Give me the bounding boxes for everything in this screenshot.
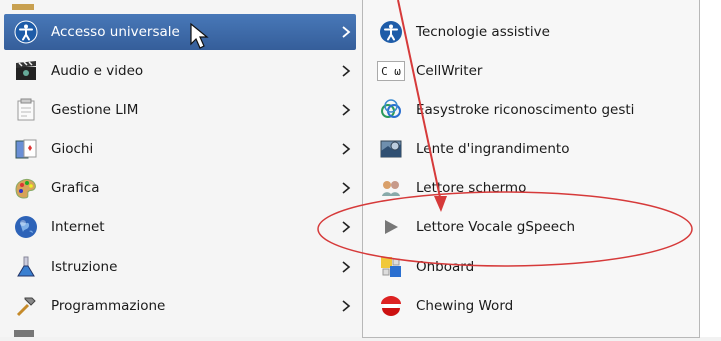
chevron-right-icon: [340, 14, 352, 50]
submenu-item-label: Chewing Word: [416, 298, 514, 314]
submenu-item-tecnologie-assistive[interactable]: Tecnologie assistive: [369, 14, 693, 50]
submenu-item-label: Tecnologie assistive: [416, 24, 550, 40]
menu-item-label: Internet: [51, 219, 105, 235]
menu-item-label: Giochi: [51, 141, 94, 157]
paint-palette-icon: [12, 174, 40, 202]
submenu-item-label: Lettore schermo: [416, 180, 527, 196]
menu-item-istruzione[interactable]: Istruzione: [4, 249, 356, 285]
chevron-right-icon: [340, 209, 352, 245]
whiteboard-icon: [12, 96, 40, 124]
playing-cards-icon: [12, 135, 40, 163]
chewing-word-icon: [377, 292, 405, 320]
menu-item-audio-e-video[interactable]: Audio e video: [4, 53, 356, 89]
chevron-right-icon: [340, 170, 352, 206]
easystroke-icon: [377, 96, 405, 124]
submenu-item-easystroke[interactable]: Easystroke riconoscimento gesti: [369, 92, 693, 128]
submenu-item-gspeech[interactable]: Lettore Vocale gSpeech: [369, 209, 693, 245]
submenu-item-lente-ingrandimento[interactable]: Lente d'ingrandimento: [369, 131, 693, 167]
play-icon: [377, 213, 405, 241]
screen-reader-icon: [377, 174, 405, 202]
submenu-item-label: Lente d'ingrandimento: [416, 141, 570, 157]
menu-bottom-edge: [4, 325, 356, 337]
cellwriter-icon: C ω: [377, 61, 405, 81]
chevron-right-icon: [340, 53, 352, 89]
accessibility-icon: [377, 18, 405, 46]
menu-item-internet[interactable]: Internet: [4, 209, 356, 245]
menu-item-giochi[interactable]: Giochi: [4, 131, 356, 167]
menu-item-label: Accesso universale: [51, 24, 180, 40]
submenu-item-label: Easystroke riconoscimento gesti: [416, 102, 635, 118]
submenu-item-cellwriter[interactable]: C ω CellWriter: [369, 53, 693, 89]
onboard-keyboard-icon: [377, 253, 405, 281]
chevron-right-icon: [340, 131, 352, 167]
hammer-icon: [12, 292, 40, 320]
menu-item-grafica[interactable]: Grafica: [4, 170, 356, 206]
submenu-item-onboard[interactable]: Onboard: [369, 249, 693, 285]
submenu-item-lettore-schermo[interactable]: Lettore schermo: [369, 170, 693, 206]
globe-icon: [12, 213, 40, 241]
chevron-right-icon: [340, 288, 352, 324]
menu-item-label: Audio e video: [51, 63, 144, 79]
menu-item-accesso-universale[interactable]: Accesso universale: [4, 14, 356, 50]
menu-item-label: Programmazione: [51, 298, 166, 314]
magnifier-icon: [377, 135, 405, 163]
submenu-item-label: Lettore Vocale gSpeech: [416, 219, 576, 235]
applications-menu: Accesso universale Audio e video Gestion…: [0, 0, 363, 337]
menu-item-label: Istruzione: [51, 259, 118, 275]
submenu-item-label: Onboard: [416, 259, 475, 275]
menu-top-edge: [4, 0, 356, 10]
submenu-item-chewing-word[interactable]: Chewing Word: [369, 288, 693, 324]
cellwriter-icon-glyphs: C ω: [381, 64, 401, 78]
menu-item-programmazione[interactable]: Programmazione: [4, 288, 356, 324]
menu-item-label: Gestione LIM: [51, 102, 139, 118]
menu-item-label: Grafica: [51, 180, 100, 196]
accesso-universale-submenu: Tecnologie assistive C ω CellWriter Easy…: [362, 0, 700, 338]
film-clapper-icon: [12, 57, 40, 85]
chevron-right-icon: [340, 249, 352, 285]
submenu-item-label: CellWriter: [416, 63, 483, 79]
chevron-right-icon: [340, 92, 352, 128]
accessibility-icon: [12, 18, 40, 46]
flask-icon: [12, 253, 40, 281]
menu-item-gestione-lim[interactable]: Gestione LIM: [4, 92, 356, 128]
